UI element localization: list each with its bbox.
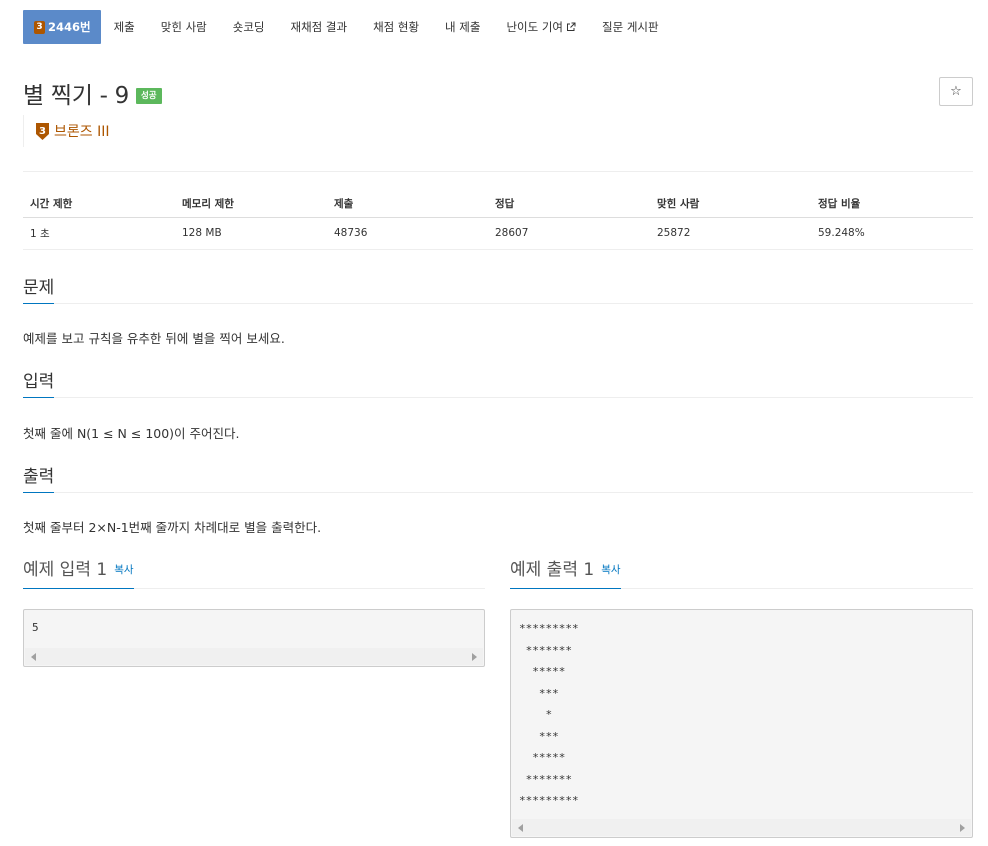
sample-output-header: 예제 출력 1 복사 — [510, 557, 973, 589]
sample-output-heading-wrap: 예제 출력 1 복사 — [510, 557, 621, 589]
sample-input-box[interactable]: 5 — [23, 609, 485, 667]
copy-sample-input-button[interactable]: 복사 — [114, 564, 133, 576]
tab-status-label: 채점 현황 — [373, 20, 420, 34]
solved-users-value: 25872 — [650, 217, 811, 250]
header-accept-ratio: 정답 비율 — [811, 190, 973, 218]
tab-rejudge-results-label: 재채점 결과 — [290, 20, 348, 34]
tier-badge-icon: 3 — [34, 20, 45, 34]
tab-question-board[interactable]: 질문 게시판 — [589, 10, 672, 44]
submissions-value: 48736 — [327, 217, 488, 250]
status-badge: 성공 — [135, 87, 162, 105]
tab-problem-label: 2446번 — [48, 20, 91, 34]
memory-limit-value: 128 MB — [175, 217, 327, 250]
sample-input-content: 5 — [32, 621, 39, 634]
problem-title-row: 별 찍기 - 9 성공 — [23, 76, 162, 110]
horizontal-scrollbar[interactable] — [25, 648, 483, 665]
sample-input-header: 예제 입력 1 복사 — [23, 557, 485, 589]
tier-level-text: 3 — [39, 126, 46, 137]
tab-difficulty-contribution-label: 난이도 기여 — [506, 20, 564, 34]
input-heading: 입력 — [23, 371, 55, 398]
tab-problem[interactable]: 3 2446번 — [23, 10, 101, 44]
external-link-icon — [567, 22, 576, 31]
divider — [23, 171, 973, 172]
tab-solved-users[interactable]: 맞힌 사람 — [148, 10, 220, 44]
sample-input-heading-wrap: 예제 입력 1 복사 — [23, 557, 134, 589]
description-text: 예제를 보고 규칙을 유추한 뒤에 별을 찍어 보세요. — [23, 331, 285, 346]
tab-difficulty-contribution[interactable]: 난이도 기여 — [493, 10, 589, 44]
problem-nav: 3 2446번 제출 맞힌 사람 숏코딩 재채점 결과 채점 현황 내 제출 난… — [23, 10, 672, 44]
accepted-value: 28607 — [488, 217, 650, 250]
sample-output-box[interactable]: ********* ******* ***** *** * *** ***** … — [510, 609, 973, 838]
sample-output-heading: 예제 출력 1 — [510, 560, 595, 580]
scroll-left-icon[interactable] — [31, 652, 36, 661]
sample-output-content: ********* ******* ***** *** * *** ***** … — [519, 622, 579, 807]
scroll-left-icon[interactable] — [518, 823, 523, 832]
header-submissions: 제출 — [327, 190, 488, 218]
tier-label: 브론즈 III — [54, 124, 110, 140]
bronze-tier-icon: 3 — [36, 122, 49, 140]
tab-solved-users-label: 맞힌 사람 — [160, 20, 207, 34]
output-heading: 출력 — [23, 466, 55, 493]
tab-question-board-label: 질문 게시판 — [602, 20, 659, 34]
input-text: 첫째 줄에 N(1 ≤ N ≤ 100)이 주어진다. — [23, 426, 240, 441]
tab-submit-label: 제출 — [113, 20, 135, 34]
problem-tier[interactable]: 3 브론즈 III — [23, 115, 109, 147]
description-heading: 문제 — [23, 277, 55, 304]
output-section-header: 출력 — [23, 466, 973, 493]
header-accepted: 정답 — [488, 190, 650, 218]
copy-sample-output-button[interactable]: 복사 — [601, 564, 620, 576]
problem-info-table: 시간 제한 메모리 제한 제출 정답 맞힌 사람 정답 비율 1 초 128 M… — [23, 190, 973, 250]
horizontal-scrollbar[interactable] — [512, 819, 971, 836]
table-header-row: 시간 제한 메모리 제한 제출 정답 맞힌 사람 정답 비율 — [23, 190, 973, 218]
tab-submit[interactable]: 제출 — [101, 10, 148, 44]
tab-my-submissions-label: 내 제출 — [445, 20, 481, 34]
description-section-header: 문제 — [23, 277, 973, 304]
tab-short-coding-label: 숏코딩 — [232, 20, 265, 34]
sample-input-heading: 예제 입력 1 — [23, 560, 108, 580]
scroll-right-icon[interactable] — [960, 823, 965, 832]
output-text: 첫째 줄부터 2×N-1번째 줄까지 차례대로 별을 출력한다. — [23, 520, 322, 535]
header-time-limit: 시간 제한 — [23, 190, 175, 218]
star-icon: ☆ — [950, 84, 962, 99]
table-row: 1 초 128 MB 48736 28607 25872 59.248% — [23, 217, 973, 250]
favorite-button[interactable]: ☆ — [939, 77, 973, 106]
input-section-header: 입력 — [23, 371, 973, 398]
tab-short-coding[interactable]: 숏코딩 — [220, 10, 278, 44]
header-memory-limit: 메모리 제한 — [175, 190, 327, 218]
tab-my-submissions[interactable]: 내 제출 — [432, 10, 493, 44]
accept-ratio-value: 59.248% — [811, 217, 973, 250]
time-limit-value: 1 초 — [23, 217, 175, 250]
tab-status[interactable]: 채점 현황 — [360, 10, 432, 44]
tab-rejudge-results[interactable]: 재채점 결과 — [278, 10, 361, 44]
header-solved-users: 맞힌 사람 — [650, 190, 811, 218]
problem-title: 별 찍기 - 9 — [23, 83, 129, 109]
scroll-right-icon[interactable] — [472, 652, 477, 661]
